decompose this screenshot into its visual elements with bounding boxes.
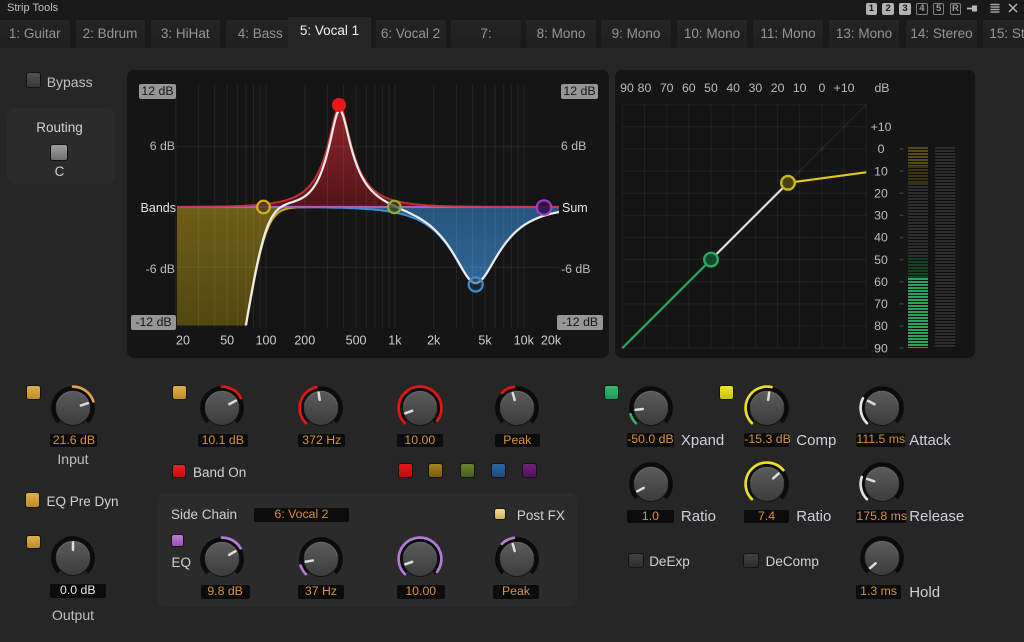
svg-text:70: 70 [660, 81, 674, 95]
svg-text:500: 500 [346, 333, 367, 347]
svg-text:200: 200 [294, 333, 315, 347]
svg-text:40: 40 [874, 230, 888, 244]
svg-text:-6 dB: -6 dB [146, 262, 175, 276]
svg-text:30: 30 [749, 81, 763, 95]
svg-text:+10: +10 [871, 120, 892, 134]
svg-text:80: 80 [874, 319, 888, 333]
svg-text:50: 50 [874, 252, 888, 266]
svg-text:50: 50 [220, 333, 234, 347]
svg-text:70: 70 [874, 297, 888, 311]
svg-text:40: 40 [726, 81, 740, 95]
svg-text:dB: dB [874, 81, 889, 95]
svg-text:2k: 2k [427, 333, 441, 347]
svg-text:20: 20 [176, 333, 190, 347]
svg-text:1k: 1k [388, 333, 402, 347]
svg-text:Sum: Sum [562, 201, 588, 215]
svg-text:20: 20 [771, 81, 785, 95]
svg-text:10k: 10k [514, 333, 535, 347]
svg-text:60: 60 [682, 81, 696, 95]
svg-text:+10: +10 [834, 81, 855, 95]
svg-text:0: 0 [878, 142, 885, 156]
svg-text:90: 90 [620, 81, 634, 95]
svg-text:6 dB: 6 dB [150, 139, 175, 153]
svg-text:20k: 20k [541, 333, 562, 347]
svg-text:50: 50 [704, 81, 718, 95]
svg-text:80: 80 [638, 81, 652, 95]
svg-text:60: 60 [874, 274, 888, 288]
svg-text:100: 100 [256, 333, 277, 347]
svg-text:10: 10 [793, 81, 807, 95]
svg-text:0: 0 [818, 81, 825, 95]
svg-text:90: 90 [874, 341, 888, 355]
svg-text:Bands: Bands [141, 201, 176, 215]
svg-text:30: 30 [874, 208, 888, 222]
svg-text:-6 dB: -6 dB [561, 262, 590, 276]
svg-text:6 dB: 6 dB [561, 139, 586, 153]
svg-text:20: 20 [874, 186, 888, 200]
svg-text:10: 10 [874, 164, 888, 178]
svg-text:5k: 5k [478, 333, 492, 347]
